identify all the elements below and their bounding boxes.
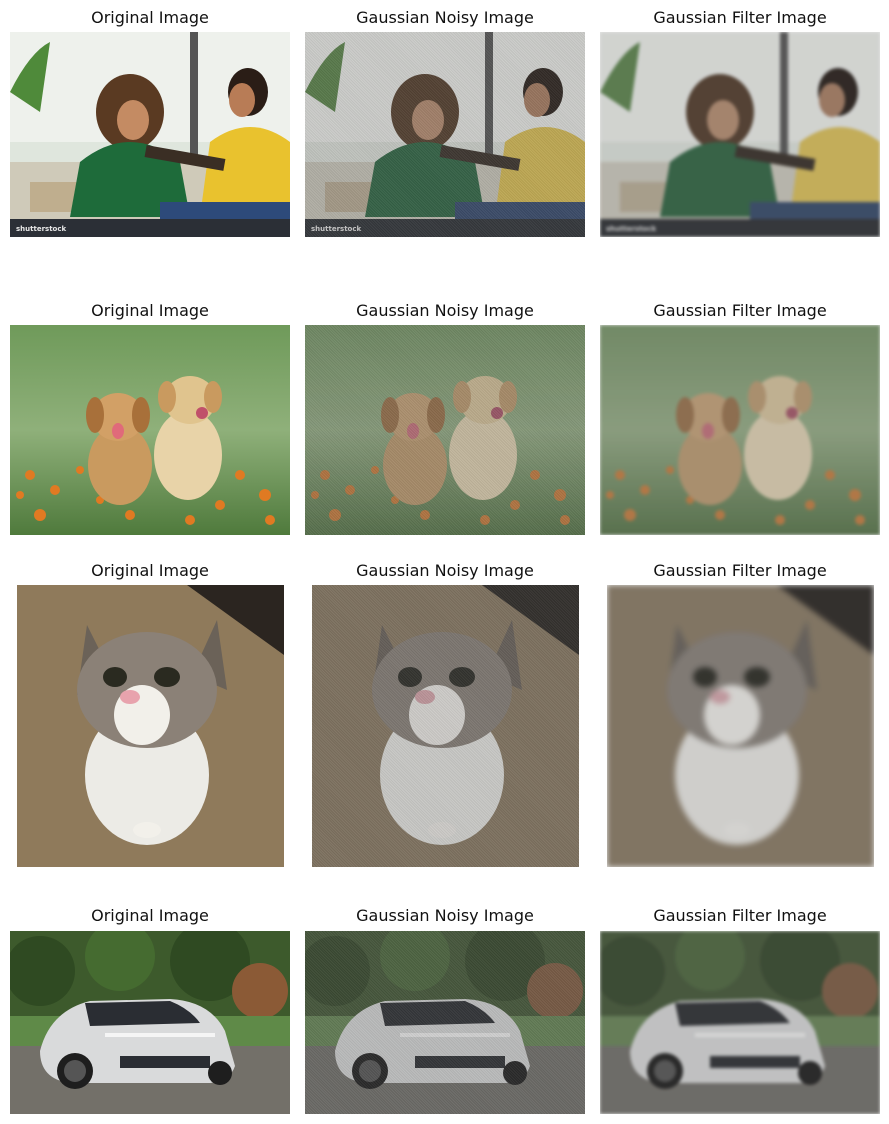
image-puppies-noisy — [305, 325, 585, 535]
image-cat-original — [17, 585, 284, 867]
title-original-row4: Original Image — [91, 906, 209, 925]
image-car-original — [10, 931, 290, 1114]
noise-overlay — [312, 585, 579, 867]
image-puppies-filtered — [600, 325, 880, 535]
title-original-row3: Original Image — [91, 561, 209, 580]
noise-overlay — [305, 325, 585, 535]
filter-overlay — [600, 32, 880, 237]
title-filtered-row4: Gaussian Filter Image — [653, 906, 827, 925]
title-noisy-row3: Gaussian Noisy Image — [356, 561, 534, 580]
title-noisy-row2: Gaussian Noisy Image — [356, 301, 534, 320]
title-filtered-row2: Gaussian Filter Image — [653, 301, 827, 320]
image-people-original: shutterstock — [10, 32, 290, 237]
filter-overlay — [600, 931, 880, 1114]
image-people-noisy: shutterstock — [305, 32, 585, 237]
watermark-text: shutterstock — [16, 225, 66, 233]
image-cat-filtered — [607, 585, 874, 867]
image-puppies-original — [10, 325, 290, 535]
image-car-filtered — [600, 931, 880, 1114]
filter-overlay — [600, 325, 880, 535]
noise-overlay — [305, 32, 585, 237]
title-noisy-row1: Gaussian Noisy Image — [356, 8, 534, 27]
title-original-row1: Original Image — [91, 8, 209, 27]
image-people-filtered: shutterstock — [600, 32, 880, 237]
title-noisy-row4: Gaussian Noisy Image — [356, 906, 534, 925]
image-cat-noisy — [312, 585, 579, 867]
title-original-row2: Original Image — [91, 301, 209, 320]
filter-overlay — [607, 585, 874, 867]
noise-overlay — [305, 931, 585, 1114]
title-filtered-row3: Gaussian Filter Image — [653, 561, 827, 580]
image-car-noisy — [305, 931, 585, 1114]
title-filtered-row1: Gaussian Filter Image — [653, 8, 827, 27]
